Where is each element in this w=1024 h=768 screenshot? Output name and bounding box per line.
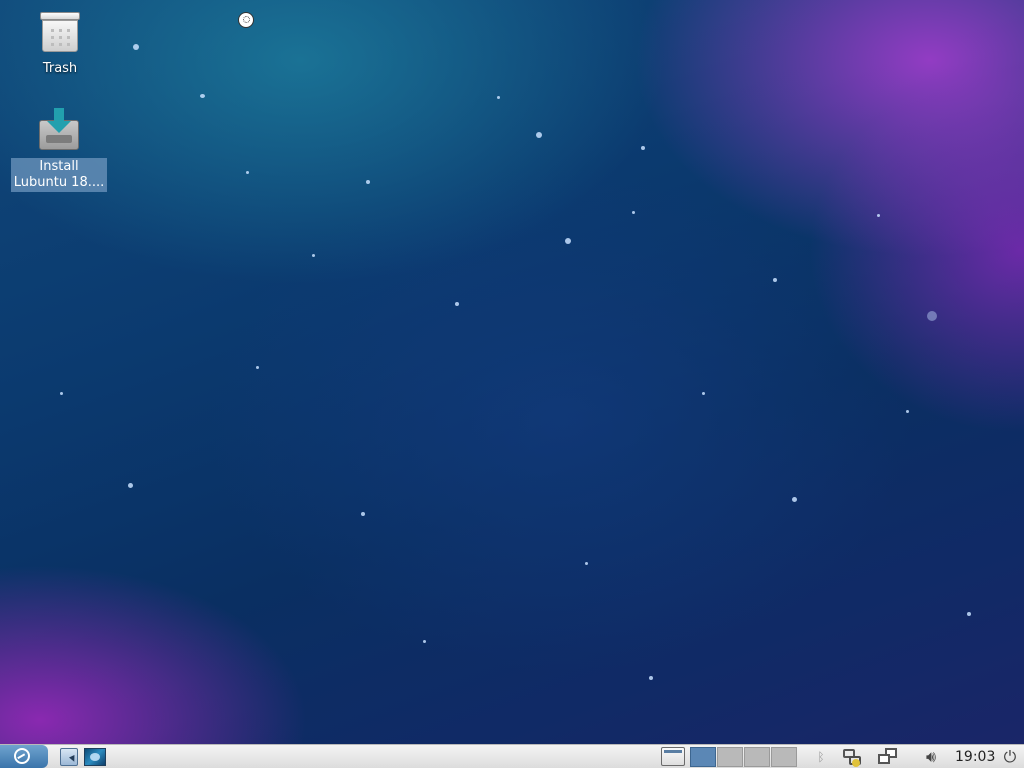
workspace-4[interactable] <box>771 747 797 767</box>
trash-icon <box>40 12 80 56</box>
window-switcher-icon[interactable] <box>877 748 899 766</box>
trash-label: Trash <box>42 61 78 76</box>
web-browser-icon[interactable] <box>84 748 106 766</box>
network-icon[interactable] <box>842 748 862 767</box>
bluetooth-icon[interactable]: ᛒ <box>814 748 828 766</box>
volume-icon[interactable]: 🔊︎ <box>918 748 944 766</box>
workspace-2[interactable] <box>717 747 743 767</box>
clock[interactable]: 19:03 <box>955 748 995 766</box>
show-desktop-icon[interactable] <box>661 747 685 766</box>
power-icon[interactable]: ⏻ <box>1000 748 1020 766</box>
trash-desktop-icon[interactable]: Trash <box>12 12 108 78</box>
lubuntu-logo-icon <box>14 748 30 764</box>
installer-download-icon <box>39 108 79 152</box>
mouse-cursor-icon <box>238 12 254 28</box>
workspace-3[interactable] <box>744 747 770 767</box>
taskbar: ᛒ 🔊︎ 19:03 ⏻ <box>0 744 1024 768</box>
file-manager-icon[interactable] <box>60 748 78 766</box>
install-lubuntu-desktop-icon[interactable]: Install Lubuntu 18.... <box>11 108 107 192</box>
main-menu-button[interactable] <box>0 745 48 768</box>
workspace-1[interactable] <box>690 747 716 767</box>
install-lubuntu-label: Install Lubuntu 18.... <box>11 158 107 192</box>
